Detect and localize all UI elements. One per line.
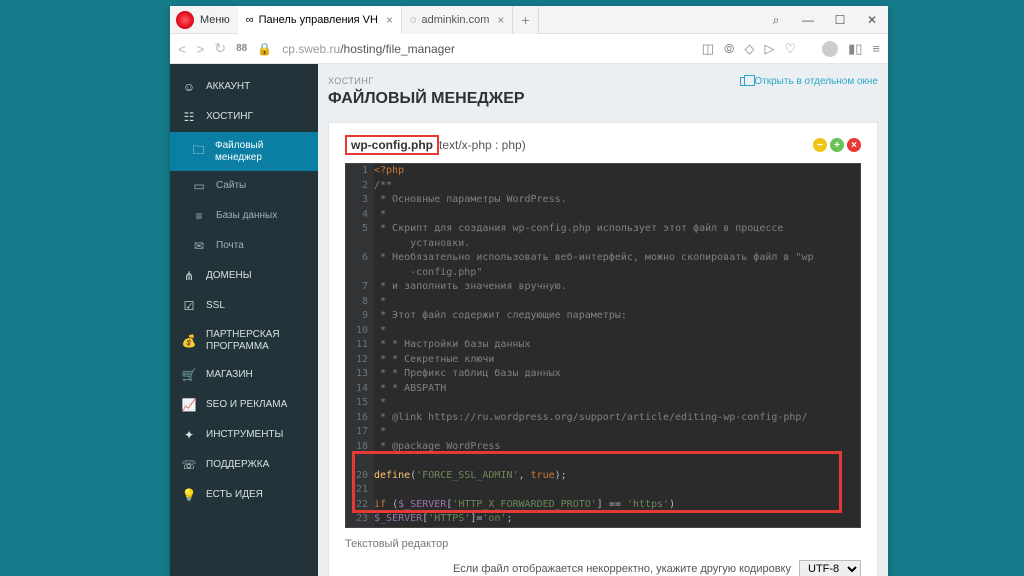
editor-card: wp-config.php text/x-php : php) − + × 1<… bbox=[328, 122, 878, 576]
sidebar-item-5[interactable]: ✉ Почта bbox=[170, 231, 318, 261]
reload-icon[interactable]: ↻ bbox=[214, 40, 226, 57]
sidebar-icon: ☷ bbox=[182, 110, 196, 124]
external-icon bbox=[740, 77, 749, 86]
address-right-icons: ◫ ⦾ ◇ ▷ ♡ ▮▯ ≡ bbox=[702, 41, 880, 57]
file-mime: text/x-php : php) bbox=[439, 138, 526, 152]
sidebar-icon: 💡 bbox=[182, 488, 196, 502]
sidebar-label: Сайты bbox=[216, 180, 246, 192]
sidebar-item-10[interactable]: 📈 SEO И РЕКЛАМА bbox=[170, 390, 318, 420]
sidebar-icon: ☑ bbox=[182, 299, 196, 313]
opera-logo-icon bbox=[176, 11, 194, 29]
battery-icon[interactable]: ▮▯ bbox=[848, 41, 862, 57]
sidebar: ☺ АККАУНТ ☷ ХОСТИНГ 🗀 Файловый менеджер ▭ Сайты… bbox=[170, 64, 318, 576]
open-new-window-link[interactable]: Открыть в отдельном окне bbox=[740, 76, 878, 87]
browser-window: Меню ∞ Панель управления VH × ◌ adminkin… bbox=[170, 6, 888, 576]
sidebar-label: ЕСТЬ ИДЕЯ bbox=[206, 489, 263, 501]
sidebar-label: ДОМЕНЫ bbox=[206, 270, 252, 282]
sidebar-label: SEO И РЕКЛАМА bbox=[206, 399, 287, 411]
back-icon[interactable]: < bbox=[178, 41, 186, 57]
sidebar-icon: ≡ bbox=[192, 209, 206, 223]
window-controls: ⌕ — ☐ ✕ bbox=[760, 6, 888, 34]
sidebar-icon: 💰 bbox=[182, 334, 196, 348]
send-icon[interactable]: ▷ bbox=[764, 41, 774, 57]
sidebar-label: ПАРТНЕРСКАЯ ПРОГРАММА bbox=[206, 329, 306, 352]
sidebar-label: МАГАЗИН bbox=[206, 369, 253, 381]
sidebar-icon: ☏ bbox=[182, 458, 196, 472]
lock-icon: 🔒 bbox=[257, 42, 272, 56]
sidebar-icon: ▭ bbox=[192, 179, 206, 193]
tab-new[interactable]: + bbox=[513, 6, 538, 34]
tab-close-icon[interactable]: × bbox=[497, 13, 504, 27]
search-icon[interactable]: ⌕ bbox=[760, 6, 792, 34]
close-icon[interactable]: ✕ bbox=[856, 6, 888, 34]
sidebar-label: SSL bbox=[206, 300, 225, 312]
sidebar-label: ХОСТИНГ bbox=[206, 111, 253, 123]
vpn-icon[interactable]: 88 bbox=[236, 43, 247, 54]
sidebar-item-1[interactable]: ☷ ХОСТИНГ bbox=[170, 102, 318, 132]
sidebar-icon: 📈 bbox=[182, 398, 196, 412]
sidebar-label: АККАУНТ bbox=[206, 81, 250, 93]
plus-icon: + bbox=[521, 12, 529, 28]
menu3-icon[interactable]: ≡ bbox=[872, 41, 880, 56]
file-name: wp-config.php bbox=[345, 135, 439, 155]
sidebar-icon: ⋔ bbox=[182, 269, 196, 283]
encoding-select[interactable]: UTF-8 bbox=[799, 560, 861, 576]
breadcrumb: ХОСТИНГ bbox=[328, 76, 525, 86]
sidebar-icon: 🗀 bbox=[192, 145, 205, 159]
sidebar-item-3[interactable]: ▭ Сайты bbox=[170, 171, 318, 201]
avatar-icon[interactable] bbox=[822, 41, 838, 57]
sidebar-item-11[interactable]: ✦ ИНСТРУМЕНТЫ bbox=[170, 420, 318, 450]
tab-prefix-icon: ∞ bbox=[246, 14, 254, 26]
sidebar-icon: 🛒 bbox=[182, 368, 196, 382]
pocket-icon[interactable]: ◇ bbox=[744, 41, 754, 57]
encoding-hint: Если файл отображается некорректно, укаж… bbox=[453, 563, 791, 575]
page-title: ФАЙЛОВЫЙ МЕНЕДЖЕР bbox=[328, 90, 525, 108]
camera-icon[interactable]: ⦾ bbox=[724, 41, 734, 57]
main-content: ХОСТИНГ ФАЙЛОВЫЙ МЕНЕДЖЕР Открыть в отде… bbox=[318, 64, 888, 576]
titlebar: Меню ∞ Панель управления VH × ◌ adminkin… bbox=[170, 6, 888, 34]
code-editor[interactable]: 1<?php2/**3 * Основные параметры WordPre… bbox=[345, 163, 861, 528]
sidebar-label: Базы данных bbox=[216, 210, 277, 222]
tab-active[interactable]: ∞ Панель управления VH × bbox=[238, 6, 402, 34]
tab-label: Панель управления VH bbox=[259, 14, 378, 26]
sidebar-icon: ✉ bbox=[192, 239, 206, 253]
tab-prefix-icon: ◌ bbox=[410, 14, 417, 26]
sidebar-item-2[interactable]: 🗀 Файловый менеджер bbox=[170, 132, 318, 171]
sidebar-item-8[interactable]: 💰 ПАРТНЕРСКАЯ ПРОГРАММА bbox=[170, 321, 318, 360]
sidebar-item-13[interactable]: 💡 ЕСТЬ ИДЕЯ bbox=[170, 480, 318, 510]
evernote-icon[interactable]: ◫ bbox=[702, 41, 714, 57]
sidebar-item-9[interactable]: 🛒 МАГАЗИН bbox=[170, 360, 318, 390]
sidebar-icon: ✦ bbox=[182, 428, 196, 442]
sidebar-item-0[interactable]: ☺ АККАУНТ bbox=[170, 72, 318, 102]
menu-button[interactable]: Меню bbox=[200, 14, 230, 26]
sidebar-item-4[interactable]: ≡ Базы данных bbox=[170, 201, 318, 231]
sidebar-label: ПОДДЕРЖКА bbox=[206, 459, 269, 471]
url-text[interactable]: cp.sweb.ru/hosting/file_manager bbox=[282, 42, 455, 56]
editor-mode-label: Текстовый редактор bbox=[345, 538, 861, 550]
address-bar: < > ↻ 88 🔒 cp.sweb.ru/hosting/file_manag… bbox=[170, 34, 888, 64]
forward-icon[interactable]: > bbox=[196, 41, 204, 57]
tab-label: adminkin.com bbox=[422, 14, 490, 26]
sidebar-label: Почта bbox=[216, 240, 244, 252]
tab-close-icon[interactable]: × bbox=[386, 13, 393, 27]
sidebar-label: ИНСТРУМЕНТЫ bbox=[206, 429, 283, 441]
sidebar-item-7[interactable]: ☑ SSL bbox=[170, 291, 318, 321]
maximize-dot-icon[interactable]: + bbox=[830, 138, 844, 152]
sidebar-label: Файловый менеджер bbox=[215, 140, 306, 163]
minimize-icon[interactable]: — bbox=[792, 6, 824, 34]
maximize-icon[interactable]: ☐ bbox=[824, 6, 856, 34]
sidebar-item-12[interactable]: ☏ ПОДДЕРЖКА bbox=[170, 450, 318, 480]
tab-inactive[interactable]: ◌ adminkin.com × bbox=[402, 6, 513, 34]
minimize-dot-icon[interactable]: − bbox=[813, 138, 827, 152]
heart-icon[interactable]: ♡ bbox=[784, 41, 796, 57]
close-dot-icon[interactable]: × bbox=[847, 138, 861, 152]
sidebar-item-6[interactable]: ⋔ ДОМЕНЫ bbox=[170, 261, 318, 291]
sidebar-icon: ☺ bbox=[182, 80, 196, 94]
